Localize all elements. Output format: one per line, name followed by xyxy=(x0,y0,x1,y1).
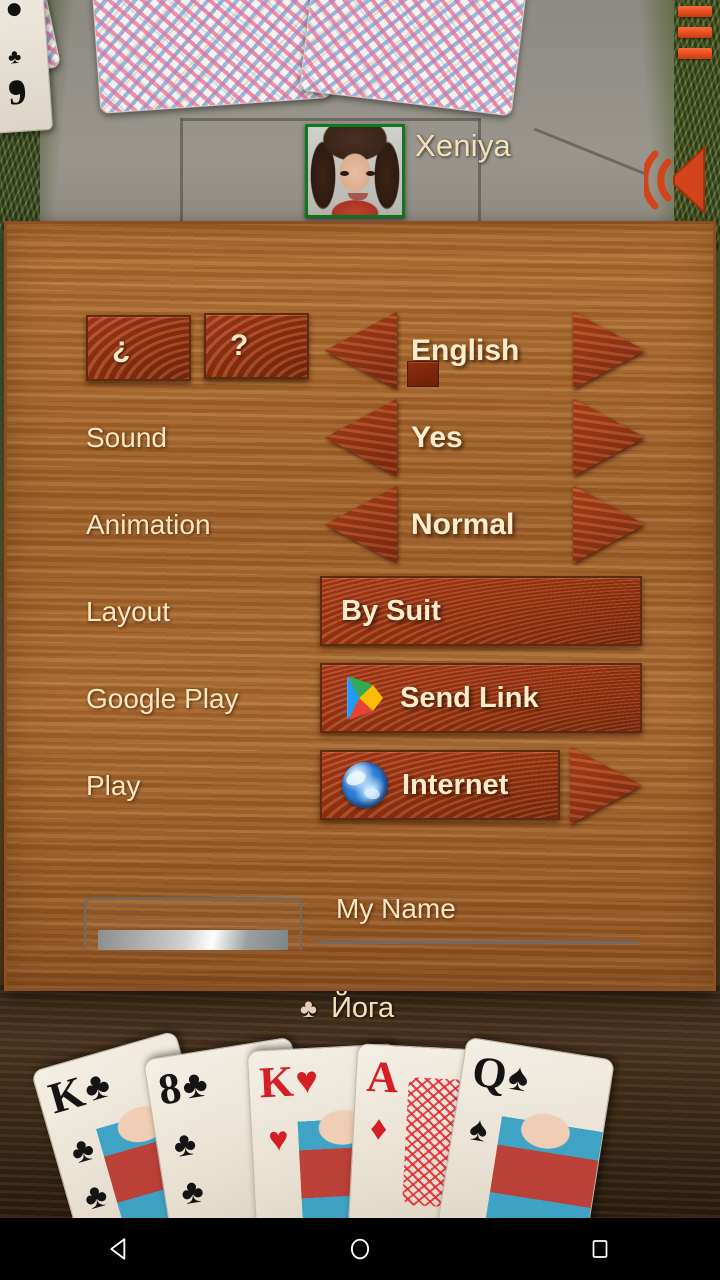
settings-row-play: Play Internet xyxy=(7,742,713,829)
opponent-name-label: Xeniya xyxy=(415,128,511,163)
google-play-icon xyxy=(344,675,386,721)
sound-label: Sound xyxy=(86,421,167,453)
globe-icon xyxy=(342,762,388,808)
stone-seam xyxy=(180,118,183,223)
card-suit: ♠ xyxy=(505,1055,532,1101)
table-card-nine-of-clubs: ♣ 9 xyxy=(0,0,54,134)
settings-row-language: ¿ ? English xyxy=(7,307,713,394)
android-navigation-bar xyxy=(0,1218,720,1280)
send-link-button[interactable]: Send Link xyxy=(320,663,642,733)
my-name-input[interactable] xyxy=(318,900,638,940)
sound-value: Yes xyxy=(411,420,463,454)
card-rank: Q xyxy=(468,1046,511,1100)
home-button[interactable] xyxy=(337,1226,383,1272)
google-play-label: Google Play xyxy=(86,682,239,714)
app-screen: ♣ 9 Xeniya ¿ ? English Sound Yes Animati… xyxy=(0,0,720,1280)
info-button[interactable]: ¿ xyxy=(86,315,191,381)
question-button-label: ? xyxy=(230,329,249,362)
play-label: Play xyxy=(86,769,141,801)
card-rank-label: 9 xyxy=(7,71,28,113)
settings-row-layout: Layout By Suit xyxy=(7,568,713,655)
avatar-picker-button[interactable] xyxy=(84,898,302,950)
card-suit: ♣ xyxy=(178,1171,207,1213)
card-rank: K xyxy=(258,1056,295,1108)
language-flag-swatch[interactable] xyxy=(407,361,439,387)
avatar[interactable] xyxy=(305,124,405,218)
settings-row-animation: Animation Normal xyxy=(7,481,713,568)
club-suit-icon: ♣ xyxy=(7,45,22,69)
card-suit: ♥ xyxy=(267,1120,290,1160)
my-name-underline xyxy=(318,941,638,944)
play-next-arrow[interactable] xyxy=(570,746,642,825)
language-next-arrow[interactable] xyxy=(573,311,645,390)
card-suit: ♦ xyxy=(369,1109,389,1148)
animation-prev-arrow[interactable] xyxy=(325,485,397,564)
layout-value-button[interactable]: By Suit xyxy=(320,576,642,646)
card-suit: ♣ xyxy=(79,1175,112,1218)
play-value: Internet xyxy=(402,768,509,801)
card-suit: ♣ xyxy=(179,1062,211,1108)
avatar-thumbnail xyxy=(98,930,288,950)
settings-panel: ¿ ? English Sound Yes Animation Normal L xyxy=(4,221,716,991)
card-back xyxy=(90,0,332,114)
card-suit: ♣ xyxy=(66,1129,99,1172)
language-prev-arrow[interactable] xyxy=(325,311,397,390)
question-button[interactable]: ? xyxy=(204,313,309,379)
card-suit: ♥ xyxy=(294,1059,320,1103)
card-suit: ♣ xyxy=(170,1123,199,1165)
card-rank: 8 xyxy=(155,1062,185,1115)
settings-row-google-play: Google Play Send Link xyxy=(7,655,713,742)
back-button[interactable] xyxy=(97,1226,143,1272)
avatar-eye xyxy=(340,171,349,176)
send-link-value: Send Link xyxy=(400,681,539,714)
card-rank: A xyxy=(365,1051,400,1103)
turn-player-name: Йога xyxy=(331,992,395,1024)
recents-button[interactable] xyxy=(577,1226,623,1272)
avatar-photo xyxy=(308,127,402,215)
sound-prev-arrow[interactable] xyxy=(325,398,397,477)
club-suit-icon: ♣ xyxy=(300,993,318,1023)
animation-next-arrow[interactable] xyxy=(573,485,645,564)
layout-value: By Suit xyxy=(341,594,441,627)
sound-next-arrow[interactable] xyxy=(573,398,645,477)
animation-value: Normal xyxy=(411,507,515,541)
info-button-label: ¿ xyxy=(112,331,131,364)
turn-indicator: ♣ Йога xyxy=(300,992,394,1025)
hamburger-menu-icon[interactable] xyxy=(678,6,712,68)
animation-label: Animation xyxy=(86,508,211,540)
internet-mode-button[interactable]: Internet xyxy=(320,750,560,820)
layout-label: Layout xyxy=(86,595,171,627)
speaker-sound-icon[interactable] xyxy=(641,140,716,220)
stone-seam xyxy=(180,118,480,121)
card-suit: ♠ xyxy=(466,1109,491,1150)
settings-row-sound: Sound Yes xyxy=(7,394,713,481)
avatar-eye xyxy=(366,171,375,176)
